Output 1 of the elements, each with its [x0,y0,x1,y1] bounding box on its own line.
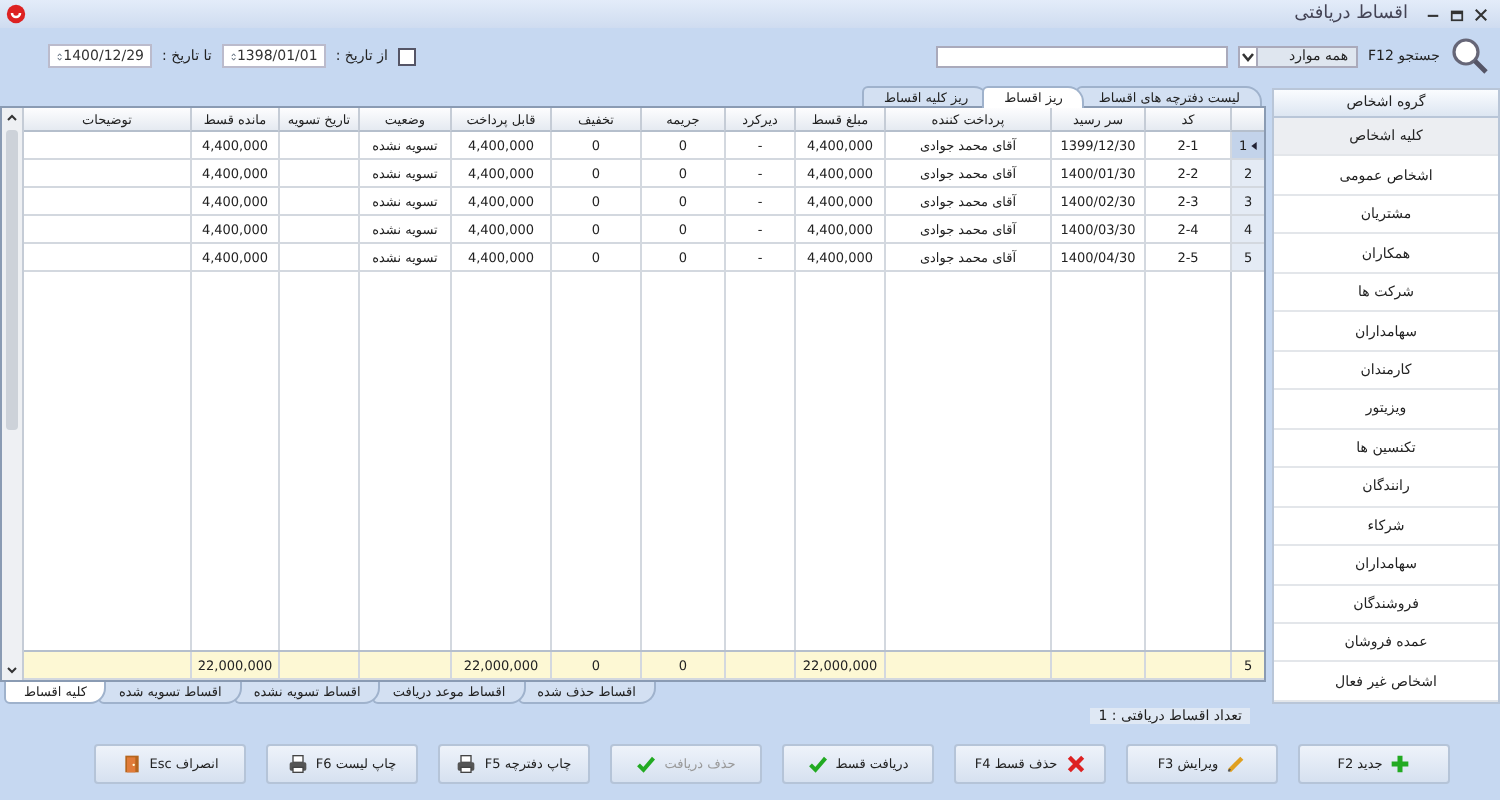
window-title: اقساط دریافتی [1294,4,1410,24]
